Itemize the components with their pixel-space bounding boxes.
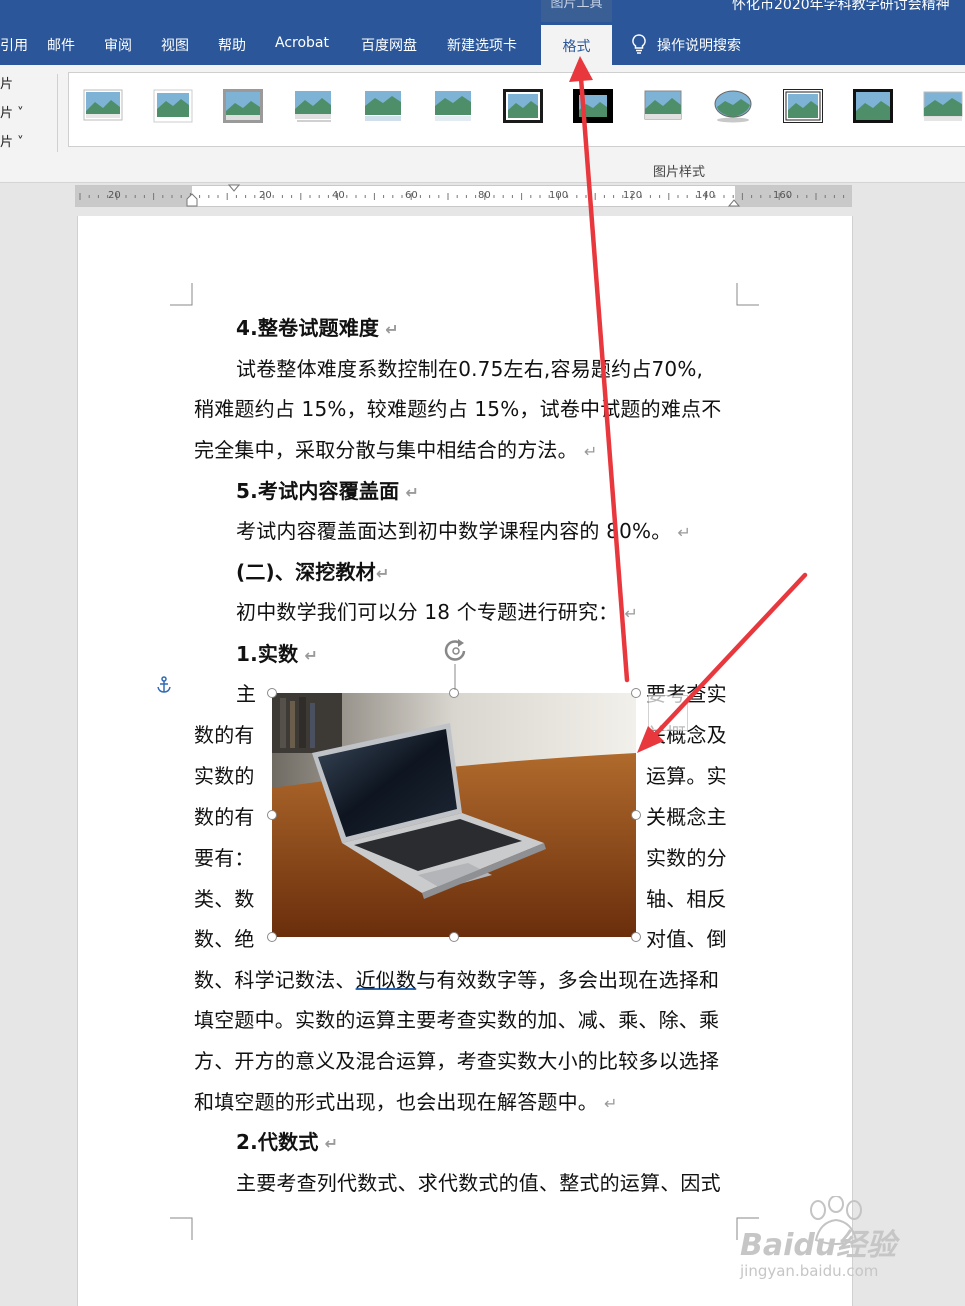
- red-arrow-to-picture: [637, 572, 808, 753]
- watermark-url: jingyan.baidu.com: [740, 1262, 879, 1280]
- red-arrow-to-format-tab: [569, 56, 630, 683]
- annotation-arrows: [569, 56, 808, 753]
- watermark-brand: Baidu经验: [740, 1228, 897, 1263]
